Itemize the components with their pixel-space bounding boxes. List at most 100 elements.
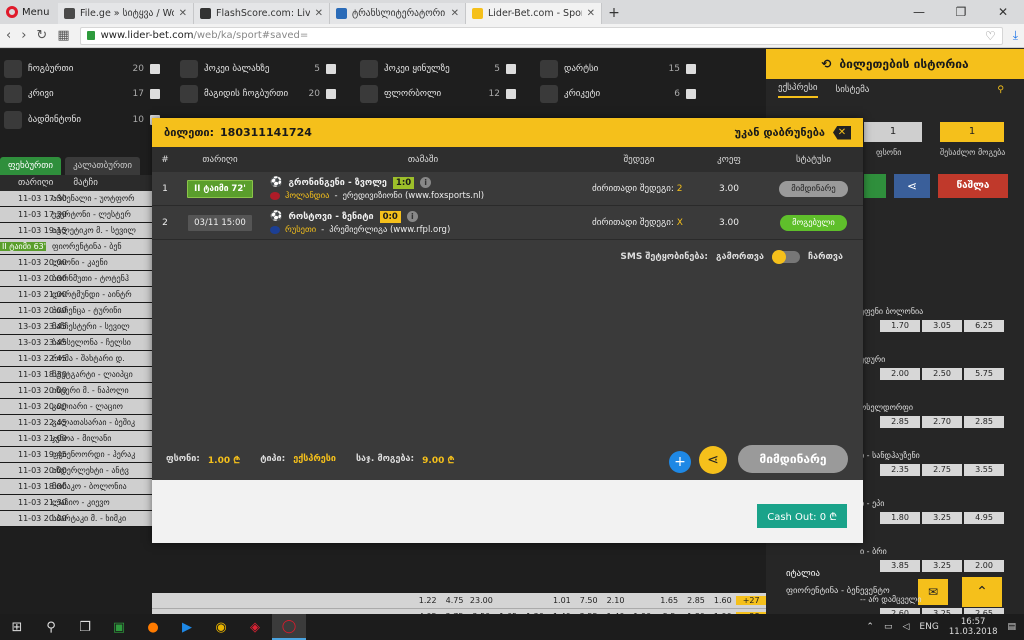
current-status-button[interactable]: მიმდინარე bbox=[738, 445, 848, 473]
league-italy[interactable]: იტალია bbox=[786, 569, 820, 579]
lang-indicator[interactable]: ENG bbox=[919, 622, 938, 632]
odd-cell[interactable]: 2.70 bbox=[922, 416, 962, 428]
odd-cell[interactable]: 3.05 bbox=[922, 320, 962, 332]
list-item[interactable]: 11-03 20:00 ბორნმუთი - ტოტენჰ bbox=[0, 271, 152, 287]
odd-cell[interactable]: 23.00 bbox=[468, 596, 495, 605]
right-match-label[interactable]: ი - ეპი bbox=[860, 499, 884, 508]
odd-cell[interactable]: 2.50 bbox=[922, 368, 962, 380]
pin-icon[interactable]: ⚲ bbox=[997, 85, 1004, 95]
list-item[interactable]: 11-03 18:00 მონაკო - ბოლონია bbox=[0, 479, 152, 495]
sport-checkbox[interactable] bbox=[326, 89, 336, 99]
odd-cell[interactable]: 1.70 bbox=[880, 320, 920, 332]
odd-cell[interactable]: 7.50 bbox=[575, 596, 602, 605]
sport-checkbox[interactable] bbox=[326, 64, 336, 74]
browser-tab[interactable]: File.ge » სიტყვა / Wor ✕ bbox=[58, 3, 194, 24]
right-match-label[interactable]: ედური bbox=[860, 355, 885, 364]
list-item[interactable]: 11-03 20:00 სპარტაკი მ. - ხიმკი bbox=[0, 511, 152, 527]
list-item[interactable]: 11-03 20:00 ლიონი - კაენი bbox=[0, 255, 152, 271]
chat-icon[interactable]: ✉ bbox=[918, 579, 948, 605]
delete-button[interactable]: წაშლა bbox=[938, 174, 1008, 198]
odd-cell[interactable]: 3.85 bbox=[880, 560, 920, 572]
colorful-app-icon[interactable]: ◈ bbox=[238, 614, 272, 640]
odd-cell[interactable]: 1.01 bbox=[548, 596, 575, 605]
odd-cell[interactable]: 2.00 bbox=[964, 560, 1004, 572]
list-item[interactable]: 13-03 23:45 მანჩესტერი - სევილ bbox=[0, 319, 152, 335]
history-button[interactable]: ⟲ ბილეთების ისტორია bbox=[766, 49, 1024, 79]
media-icon[interactable]: ▶ bbox=[170, 614, 204, 640]
list-item[interactable]: 11-03 20:00 კალიარი - ლაციო bbox=[0, 399, 152, 415]
sport-checkbox[interactable] bbox=[150, 64, 160, 74]
tab-close-icon[interactable]: ✕ bbox=[451, 8, 459, 19]
sport-filter-item[interactable]: დარტსი 15 bbox=[540, 57, 696, 81]
back-button[interactable]: უკან დაბრუნება ✕ bbox=[735, 125, 851, 140]
share-ticket-icon[interactable]: ⋖ bbox=[699, 446, 727, 474]
start-icon[interactable]: ⊞ bbox=[0, 614, 34, 640]
right-match-label[interactable]: -- არ დამცველი bbox=[860, 595, 921, 604]
task-view-icon[interactable]: ❐ bbox=[68, 614, 102, 640]
maximize-icon[interactable]: ❐ bbox=[940, 5, 982, 19]
sport-checkbox[interactable] bbox=[150, 89, 160, 99]
list-item[interactable]: 11-03 20:00 პიაჩენცა - ტურინი bbox=[0, 303, 152, 319]
odd-cell[interactable]: 2.85 bbox=[964, 416, 1004, 428]
odd-cell[interactable]: 3.25 bbox=[922, 512, 962, 524]
list-item[interactable]: 11-03 22:45 რომა - შახტარი დ. bbox=[0, 351, 152, 367]
heart-icon[interactable]: ♡ bbox=[985, 29, 996, 43]
tab-football[interactable]: ფეხბურთი bbox=[0, 157, 62, 175]
browser-tab[interactable]: Lider-Bet.com - Sports and ✕ bbox=[466, 3, 602, 24]
sport-checkbox[interactable] bbox=[506, 89, 516, 99]
right-match-label[interactable]: ი - სანდჰაუზენი bbox=[860, 451, 920, 460]
odd-cell[interactable]: 3.25 bbox=[922, 560, 962, 572]
odd-cell[interactable]: 5.75 bbox=[964, 368, 1004, 380]
browser-tab[interactable]: FlashScore.com: Live Foot ✕ bbox=[194, 3, 330, 24]
right-match-label[interactable]: ი - ბრი bbox=[860, 547, 887, 556]
volume-icon[interactable]: ◁ bbox=[902, 622, 909, 632]
firefox-icon[interactable]: ● bbox=[136, 614, 170, 640]
opera-menu-button[interactable]: Menu bbox=[0, 0, 58, 24]
reload-icon[interactable]: ↻ bbox=[36, 28, 47, 43]
list-item[interactable]: II ტაიმი 63' ფიორენტინა - ბენ bbox=[0, 239, 152, 255]
list-item[interactable]: 11-03 20:00 ინტერი მ. - ნაპოლი bbox=[0, 383, 152, 399]
sport-filter-item[interactable]: ჩოგბურთი 20 bbox=[4, 57, 160, 81]
excel-icon[interactable]: ▣ bbox=[102, 614, 136, 640]
add-icon[interactable]: + bbox=[669, 451, 691, 473]
tab-close-icon[interactable]: ✕ bbox=[179, 8, 187, 19]
sport-checkbox[interactable] bbox=[506, 64, 516, 74]
sport-filter-item[interactable]: კრივი 17 bbox=[4, 82, 160, 106]
odd-cell[interactable]: 2.10 bbox=[602, 596, 629, 605]
list-item[interactable]: 11-03 19:45 ფეიენოორდი - ჰერაკ bbox=[0, 447, 152, 463]
list-item[interactable]: 11-03 21:00 დორტმუნდი - აინტრ bbox=[0, 287, 152, 303]
sport-filter-item[interactable]: ბადმინტონი 10 bbox=[4, 108, 160, 132]
sport-filter-item[interactable]: ჰოკეი ყინულზე 5 bbox=[360, 57, 516, 81]
opera-taskbar-icon[interactable]: ◯ bbox=[272, 614, 306, 640]
odd-cell[interactable]: 1.60 bbox=[709, 596, 736, 605]
info-icon[interactable]: i bbox=[406, 211, 418, 222]
sport-checkbox[interactable] bbox=[686, 64, 696, 74]
odd-cell[interactable]: 6.25 bbox=[964, 320, 1004, 332]
clock[interactable]: 16:57 11.03.2018 bbox=[949, 617, 998, 637]
odd-cell[interactable]: 2.75 bbox=[922, 464, 962, 476]
list-item[interactable]: 13-03 23:45 ბარსელონა - ჩელსი bbox=[0, 335, 152, 351]
right-match-label[interactable]: ეფენი ბოლონია bbox=[860, 307, 923, 316]
search-icon[interactable]: ⚲ bbox=[34, 614, 68, 640]
sport-checkbox[interactable] bbox=[686, 89, 696, 99]
list-item[interactable]: 11-03 21:00 ჯენოა - მილანი bbox=[0, 431, 152, 447]
back-icon[interactable]: ‹ bbox=[6, 28, 11, 43]
odd-cell[interactable]: 4.75 bbox=[441, 596, 468, 605]
chrome-icon[interactable]: ◉ bbox=[204, 614, 238, 640]
list-item[interactable]: 11-03 19:15 ატლეტიკო მ. - სევილ bbox=[0, 223, 152, 239]
tab-basketball[interactable]: კალათბურთი bbox=[65, 157, 141, 175]
odd-cell[interactable]: 3.55 bbox=[964, 464, 1004, 476]
close-window-icon[interactable]: ✕ bbox=[982, 5, 1024, 19]
list-item[interactable]: 11-03 21:30 ლაზიო - კიევო bbox=[0, 495, 152, 511]
forward-icon[interactable]: › bbox=[21, 28, 26, 43]
odd-cell[interactable]: 1.22 bbox=[414, 596, 441, 605]
tab-close-icon[interactable]: ✕ bbox=[315, 8, 323, 19]
right-match-label[interactable]: ოსელდორფი bbox=[860, 403, 913, 412]
list-item[interactable]: 11-03 17:30 ევერტონი - ლესტერ bbox=[0, 207, 152, 223]
odd-cell[interactable]: 2.85 bbox=[683, 596, 710, 605]
more-markets[interactable]: +27 bbox=[736, 596, 767, 605]
speed-dial-icon[interactable]: ▦ bbox=[57, 28, 69, 43]
scroll-top-icon[interactable]: ⌃ bbox=[962, 577, 1002, 607]
network-icon[interactable]: ▭ bbox=[884, 622, 893, 632]
odd-cell[interactable]: 2.00 bbox=[880, 368, 920, 380]
